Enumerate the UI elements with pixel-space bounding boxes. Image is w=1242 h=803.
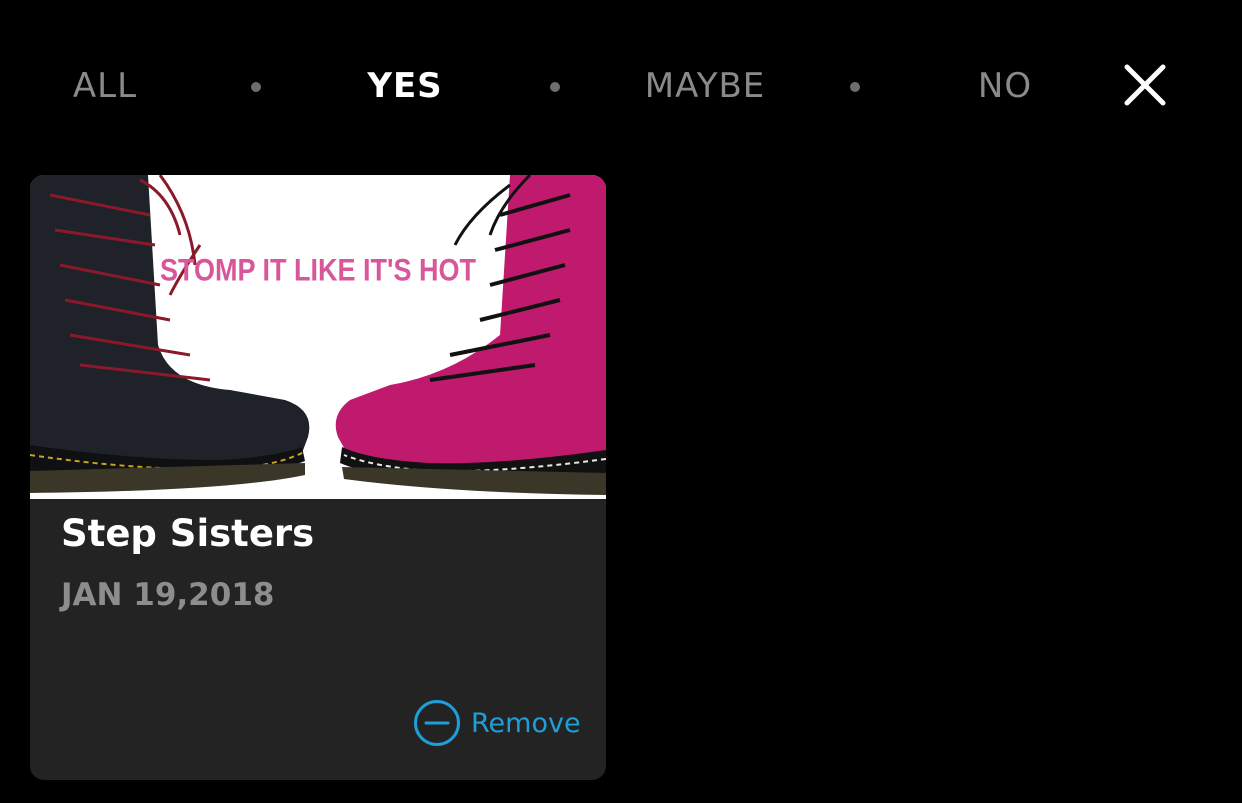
filter-tab-bar: ALL YES MAYBE NO — [0, 0, 1242, 170]
tab-no[interactable]: NO — [978, 62, 1032, 110]
tab-maybe[interactable]: MAYBE — [645, 62, 766, 110]
tab-yes[interactable]: YES — [367, 62, 442, 110]
close-icon — [1124, 64, 1166, 106]
remove-button[interactable]: Remove — [413, 698, 581, 748]
close-button[interactable] — [1121, 61, 1169, 109]
tab-all[interactable]: ALL — [73, 62, 137, 110]
tab-separator-dot — [850, 82, 860, 92]
tab-separator-dot — [550, 82, 560, 92]
card-image: STOMP IT LIKE IT'S HOT — [30, 175, 606, 499]
black-boot — [30, 175, 310, 493]
boots-illustration — [30, 175, 606, 495]
card-title: Step Sisters — [61, 512, 315, 555]
card-date: JAN 19,2018 — [61, 577, 275, 613]
remove-label: Remove — [471, 707, 581, 739]
minus-circle-icon — [414, 700, 460, 746]
tab-separator-dot — [251, 82, 261, 92]
pink-boot — [335, 175, 606, 495]
saved-item-card[interactable]: STOMP IT LIKE IT'S HOT Step Sisters JAN … — [30, 175, 606, 780]
promo-text: STOMP IT LIKE IT'S HOT — [160, 252, 476, 288]
